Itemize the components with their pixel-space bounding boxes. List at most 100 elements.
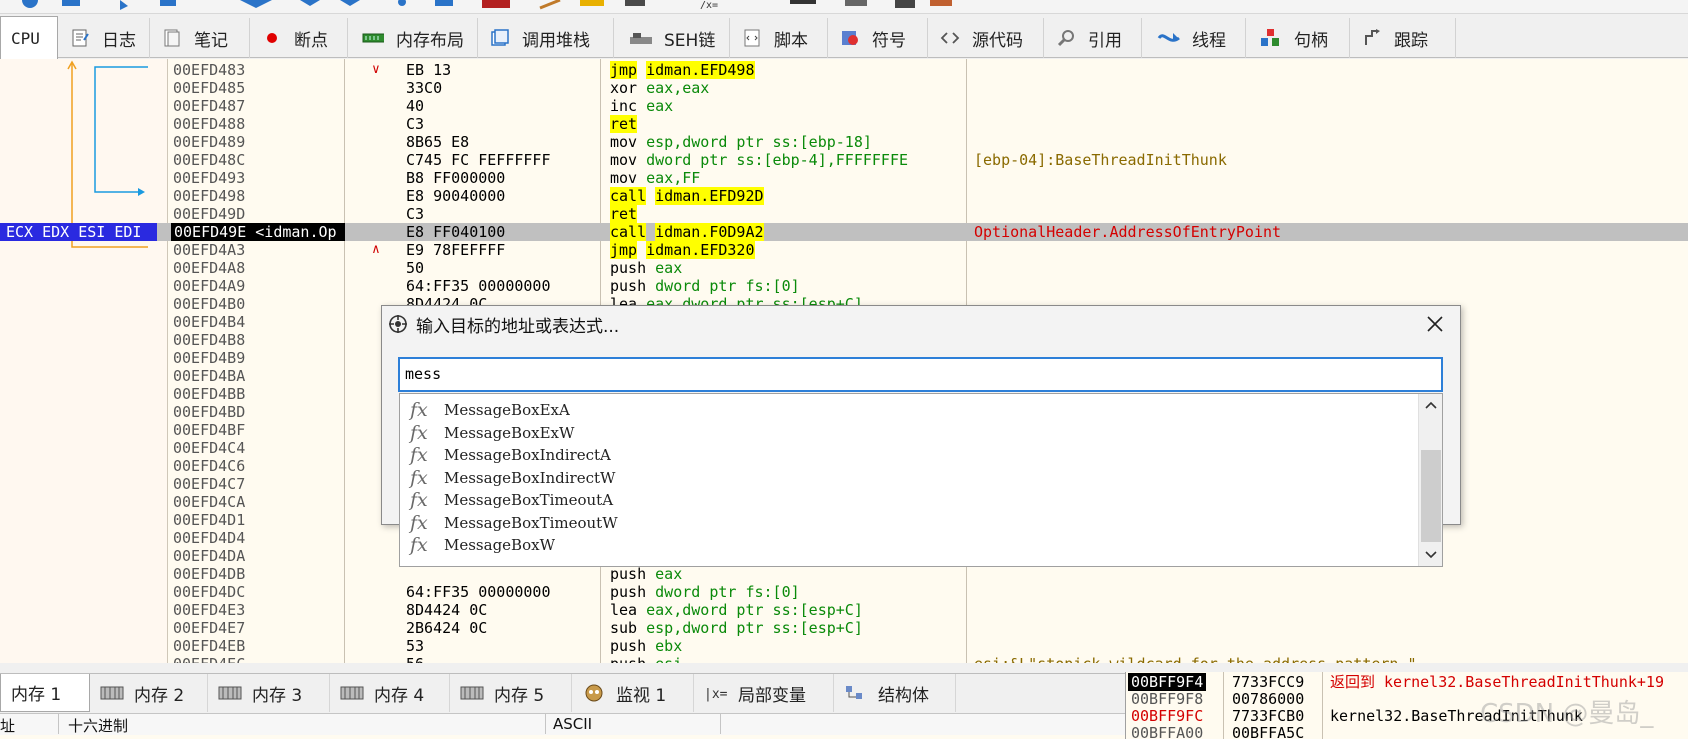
bytes-cell: E8 90040000 [406,187,506,205]
address-cell: 00EFD488 [173,115,246,133]
address-cell: 00EFD4BA [173,367,246,385]
scroll-down-button[interactable] [1419,544,1443,566]
trace-icon [1365,29,1380,45]
scroll-up-button[interactable] [1419,394,1443,416]
suggestion-item[interactable]: fx MessageBoxW [410,533,555,557]
disasm-row[interactable]: 00EFD49D C3 ret [0,205,1688,223]
tab-trace[interactable]: 跟踪 [1350,18,1456,58]
dump-col-hex[interactable]: 十六进制 [68,715,128,736]
tab-script[interactable]: 脚本 [730,18,828,58]
disasm-row-current[interactable]: ECX EDX ESI EDI 00EFD49E <idman.Op E8 FF04… [0,223,1688,241]
address-cell: 00EFD4DA [173,547,246,565]
mnemonic: push [610,259,647,277]
dialog-close-button[interactable] [1420,310,1450,338]
suggestion-item[interactable]: fx MessageBoxIndirectA [410,443,611,467]
tab-symbols[interactable]: 符号 [828,18,928,58]
tab-struct[interactable]: 结构体 [834,674,956,712]
dump-col-ascii[interactable]: ASCII [553,715,592,733]
tab-watch-1[interactable]: 监视 1 [572,674,694,712]
suggestion-label: MessageBoxTimeoutW [444,513,618,532]
watermark: CSDN @曼岛_ [1480,699,1654,729]
suggestion-item[interactable]: fx MessageBoxTimeoutA [410,488,613,512]
operand: esi [655,655,682,663]
tab-threads[interactable]: 线程 [1142,18,1246,58]
disasm-row[interactable]: 00EFD4E3 8D4424 0C lea eax,dword ptr ss:[e… [0,601,1688,619]
address-cell: 00EFD4C4 [173,439,246,457]
tab-call-stack[interactable]: 调用堆栈 [478,18,614,58]
references-icon [1057,30,1074,47]
seh-icon [630,33,652,44]
comment-cell: OptionalHeader.AddressOfEntryPoint [974,223,1282,241]
suggestion-item[interactable]: fx MessageBoxTimeoutW [410,511,618,535]
autocomplete-scrollbar[interactable] [1418,394,1442,566]
operand: eax,eax [646,79,710,97]
suggestion-item[interactable]: fx MessageBoxIndirectW [410,466,615,490]
disasm-row[interactable]: 00EFD4EC 56 push esi esi:&L"stopick wildcar… [0,655,1688,663]
tab-handles[interactable]: 句柄 [1246,18,1350,58]
scroll-thumb[interactable] [1421,450,1441,542]
address-cell: 00EFD4BB [173,385,246,403]
suggestion-item[interactable]: fx MessageBoxExA [410,398,570,422]
tab-label: 线程 [1192,30,1226,51]
operand: esp,dword ptr ss:[esp+C] [646,619,863,637]
disasm-row[interactable]: 00EFD4A3 ∧ E9 78FEFFFF jmp idman.EFD320 [0,241,1688,259]
tab-label: 调用堆栈 [522,30,590,51]
tab-memory-2[interactable]: 内存 2 [90,674,208,712]
tab-seh-chain[interactable]: SEH链 [614,18,730,58]
tab-memory-5[interactable]: 内存 5 [450,674,572,712]
disasm-row[interactable]: 00EFD493 B8 FF000000 mov eax,FF [0,169,1688,187]
operand: ebx [655,637,683,655]
toolbar: /x= [0,0,1688,14]
address-cell: 00EFD48C [173,151,246,169]
address-cell: 00EFD4EB [173,637,246,655]
suggestion-item[interactable]: fx MessageBoxExW [410,421,574,445]
disasm-row[interactable]: 00EFD498 E8 90040000 call idman.EFD92D [0,187,1688,205]
disasm-row[interactable]: 00EFD48C C745 FC FEFFFFFF mov dword ptr ss… [0,151,1688,169]
mnemonic: jmp [610,241,638,259]
disasm-row[interactable]: 00EFD4DB push eax [0,565,1688,583]
dump-tab-bar: 内存 1 内存 2 内存 3 内存 4 内存 5 监视 1 |x= 局部变量 结构… [0,673,1125,713]
dump-view[interactable] [0,735,1125,739]
disasm-row[interactable]: 00EFD4A8 50 push eax [0,259,1688,277]
tab-references[interactable]: 引用 [1044,18,1142,58]
disasm-row[interactable]: 00EFD488 C3 ret [0,115,1688,133]
disasm-row[interactable]: 00EFD485 33C0 xor eax,eax [0,79,1688,97]
column-divider [545,714,546,734]
operand: eax [655,259,683,277]
disasm-row[interactable]: 00EFD489 8B65 E8 mov esp,dword ptr ss:[ebp… [0,133,1688,151]
disasm-row[interactable]: 00EFD4A9 64:FF35 00000000 push dword ptr f… [0,277,1688,295]
handles-icon [1261,29,1279,46]
tab-source[interactable]: 源代码 [928,18,1044,58]
toolbar-icons[interactable]: /x= [0,0,1688,14]
stack-address: 00BFF9F8 [1131,690,1204,708]
mnemonic: lea [610,601,638,619]
bytes-cell: B8 FF000000 [406,169,506,187]
tab-notes[interactable]: 笔记 [150,18,250,58]
disasm-row[interactable]: 00EFD4EB 53 push ebx [0,637,1688,655]
disasm-row[interactable]: 00EFD4E7 2B6424 0C sub esp,dword ptr ss:[e… [0,619,1688,637]
mnemonic: mov [610,169,638,187]
disasm-row[interactable]: 00EFD487 40 inc eax [0,97,1688,115]
tab-memory-4[interactable]: 内存 4 [330,674,450,712]
tab-cpu[interactable]: CPU [0,16,58,59]
tab-label: 跟踪 [1394,30,1428,51]
tab-log[interactable]: 日志 [58,18,150,58]
instruction-cell: ret [610,115,638,133]
operand: eax,dword ptr ss:[esp+C] [646,601,863,619]
expression-input[interactable]: mess [398,357,1443,392]
dump-col-address[interactable]: 址 [0,715,15,736]
mnemonic: push [610,583,647,601]
instruction-cell: push dword ptr fs:[0] [610,583,800,601]
stack-address: 00BFF9F4 [1128,673,1207,691]
tab-memory-3[interactable]: 内存 3 [208,674,330,712]
disasm-row[interactable]: 00EFD4DC 64:FF35 00000000 push dword ptr f… [0,583,1688,601]
disasm-row[interactable]: 00EFD483 ∨ EB 13 jmp idman.EFD498 [0,61,1688,79]
bytes-cell: E9 78FEFFFF [406,241,506,259]
watch-icon [585,684,603,702]
mnemonic: inc [610,97,638,115]
tab-breakpoints[interactable]: 断点 [250,18,348,58]
bytes-cell: 53 [406,637,425,655]
tab-locals[interactable]: |x= 局部变量 [694,674,834,712]
tab-memory-map[interactable]: 内存布局 [348,18,478,58]
tab-memory-1[interactable]: 内存 1 [0,674,90,712]
